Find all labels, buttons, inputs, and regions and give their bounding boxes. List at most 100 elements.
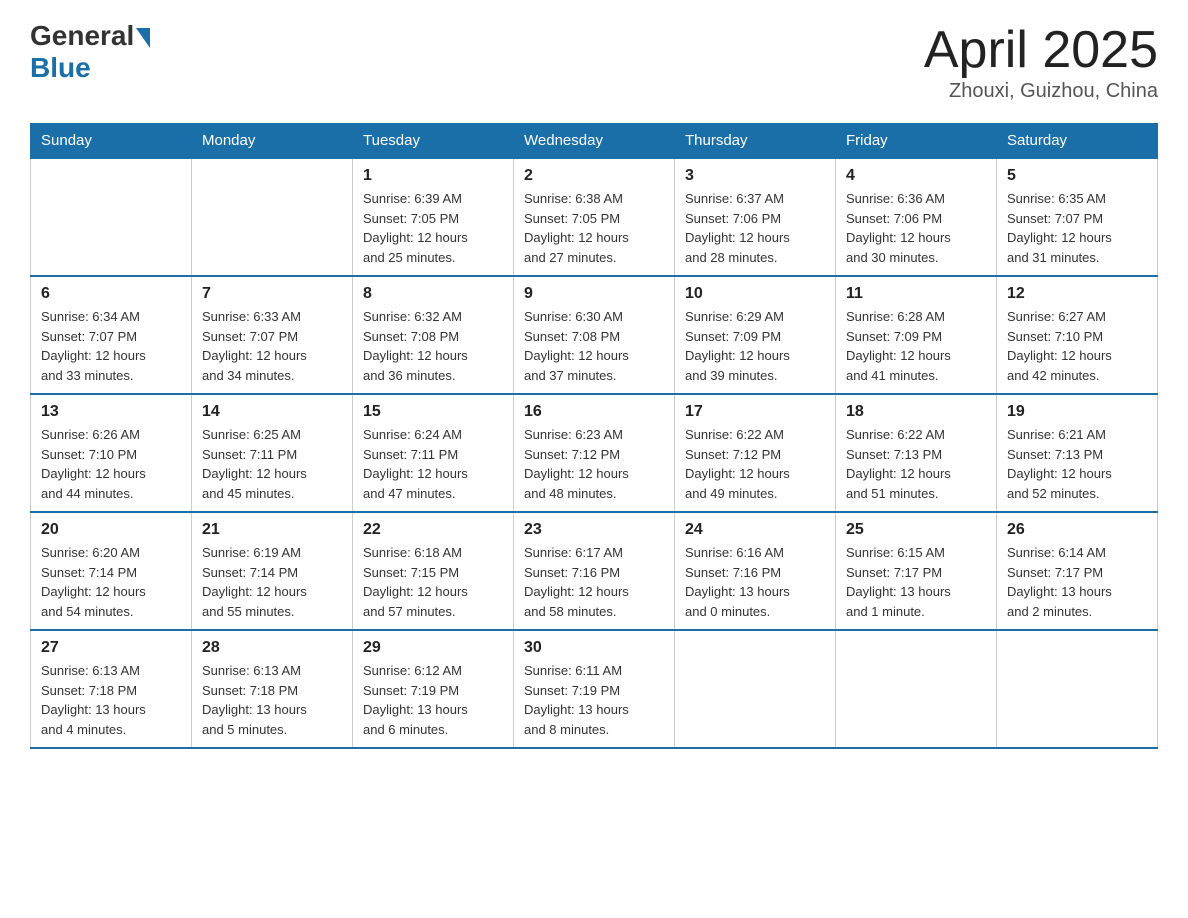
calendar-week-3: 13 Sunrise: 6:26 AMSunset: 7:10 PMDayligh… [31, 394, 1158, 512]
calendar-cell: 29 Sunrise: 6:12 AMSunset: 7:19 PMDayligh… [353, 630, 514, 748]
header-row: SundayMondayTuesdayWednesdayThursdayFrid… [31, 124, 1158, 159]
day-info: Sunrise: 6:23 AMSunset: 7:12 PMDaylight:… [524, 425, 664, 503]
calendar-cell: 25 Sunrise: 6:15 AMSunset: 7:17 PMDayligh… [836, 512, 997, 630]
calendar-cell: 14Sunrise: 6:25 AMSunset: 7:11 PMDayligh… [192, 394, 353, 512]
day-number: 5 [1007, 167, 1147, 185]
day-number: 28 [202, 639, 342, 657]
calendar-cell: 26 Sunrise: 6:14 AMSunset: 7:17 PMDayligh… [997, 512, 1158, 630]
title-section: April 2025 Zhouxi, Guizhou, China [924, 20, 1158, 103]
day-number: 12 [1007, 285, 1147, 303]
day-info: Sunrise: 6:11 AMSunset: 7:19 PMDaylight:… [524, 661, 664, 739]
day-number: 19 [1007, 403, 1147, 421]
day-number: 29 [363, 639, 503, 657]
calendar-cell: 8 Sunrise: 6:32 AMSunset: 7:08 PMDaylight… [353, 276, 514, 394]
calendar-week-2: 6 Sunrise: 6:34 AMSunset: 7:07 PMDaylight… [31, 276, 1158, 394]
day-number: 16 [524, 403, 664, 421]
logo: General Blue [30, 20, 150, 84]
calendar-cell: 10Sunrise: 6:29 AMSunset: 7:09 PMDayligh… [675, 276, 836, 394]
day-info: Sunrise: 6:27 AMSunset: 7:10 PMDaylight:… [1007, 307, 1147, 385]
day-info: Sunrise: 6:34 AMSunset: 7:07 PMDaylight:… [41, 307, 181, 385]
day-info: Sunrise: 6:20 AMSunset: 7:14 PMDaylight:… [41, 543, 181, 621]
day-info: Sunrise: 6:18 AMSunset: 7:15 PMDaylight:… [363, 543, 503, 621]
day-number: 3 [685, 167, 825, 185]
day-number: 25 [846, 521, 986, 539]
calendar-cell: 5 Sunrise: 6:35 AMSunset: 7:07 PMDaylight… [997, 158, 1158, 276]
calendar-cell: 6 Sunrise: 6:34 AMSunset: 7:07 PMDaylight… [31, 276, 192, 394]
calendar-cell: 27Sunrise: 6:13 AMSunset: 7:18 PMDayligh… [31, 630, 192, 748]
day-number: 15 [363, 403, 503, 421]
day-info: Sunrise: 6:35 AMSunset: 7:07 PMDaylight:… [1007, 189, 1147, 267]
calendar-header-thursday: Thursday [675, 124, 836, 159]
day-info: Sunrise: 6:24 AMSunset: 7:11 PMDaylight:… [363, 425, 503, 503]
day-number: 24 [685, 521, 825, 539]
logo-blue-text: Blue [30, 52, 91, 84]
day-info: Sunrise: 6:14 AMSunset: 7:17 PMDaylight:… [1007, 543, 1147, 621]
calendar-cell: 1 Sunrise: 6:39 AMSunset: 7:05 PMDaylight… [353, 158, 514, 276]
day-info: Sunrise: 6:28 AMSunset: 7:09 PMDaylight:… [846, 307, 986, 385]
day-info: Sunrise: 6:37 AMSunset: 7:06 PMDaylight:… [685, 189, 825, 267]
calendar-cell: 16 Sunrise: 6:23 AMSunset: 7:12 PMDayligh… [514, 394, 675, 512]
day-info: Sunrise: 6:30 AMSunset: 7:08 PMDaylight:… [524, 307, 664, 385]
day-number: 4 [846, 167, 986, 185]
day-info: Sunrise: 6:16 AMSunset: 7:16 PMDaylight:… [685, 543, 825, 621]
day-number: 9 [524, 285, 664, 303]
day-info: Sunrise: 6:22 AMSunset: 7:12 PMDaylight:… [685, 425, 825, 503]
calendar-cell: 30 Sunrise: 6:11 AMSunset: 7:19 PMDayligh… [514, 630, 675, 748]
day-info: Sunrise: 6:17 AMSunset: 7:16 PMDaylight:… [524, 543, 664, 621]
calendar-cell: 3 Sunrise: 6:37 AMSunset: 7:06 PMDaylight… [675, 158, 836, 276]
calendar-location: Zhouxi, Guizhou, China [924, 80, 1158, 103]
day-number: 30 [524, 639, 664, 657]
calendar-cell: 11 Sunrise: 6:28 AMSunset: 7:09 PMDayligh… [836, 276, 997, 394]
day-number: 2 [524, 167, 664, 185]
day-number: 22 [363, 521, 503, 539]
calendar-week-5: 27Sunrise: 6:13 AMSunset: 7:18 PMDayligh… [31, 630, 1158, 748]
calendar-cell: 23 Sunrise: 6:17 AMSunset: 7:16 PMDayligh… [514, 512, 675, 630]
calendar-cell [836, 630, 997, 748]
calendar-cell [997, 630, 1158, 748]
day-number: 26 [1007, 521, 1147, 539]
day-number: 1 [363, 167, 503, 185]
calendar-cell: 18 Sunrise: 6:22 AMSunset: 7:13 PMDayligh… [836, 394, 997, 512]
day-number: 20 [41, 521, 181, 539]
day-info: Sunrise: 6:36 AMSunset: 7:06 PMDaylight:… [846, 189, 986, 267]
calendar-header-sunday: Sunday [31, 124, 192, 159]
day-info: Sunrise: 6:26 AMSunset: 7:10 PMDaylight:… [41, 425, 181, 503]
calendar-cell [192, 158, 353, 276]
day-number: 6 [41, 285, 181, 303]
calendar-title: April 2025 [924, 20, 1158, 80]
day-info: Sunrise: 6:12 AMSunset: 7:19 PMDaylight:… [363, 661, 503, 739]
day-info: Sunrise: 6:39 AMSunset: 7:05 PMDaylight:… [363, 189, 503, 267]
calendar-header-wednesday: Wednesday [514, 124, 675, 159]
day-number: 7 [202, 285, 342, 303]
calendar-header-tuesday: Tuesday [353, 124, 514, 159]
day-info: Sunrise: 6:32 AMSunset: 7:08 PMDaylight:… [363, 307, 503, 385]
calendar-header-saturday: Saturday [997, 124, 1158, 159]
day-info: Sunrise: 6:38 AMSunset: 7:05 PMDaylight:… [524, 189, 664, 267]
day-number: 17 [685, 403, 825, 421]
calendar-cell [31, 158, 192, 276]
day-number: 11 [846, 285, 986, 303]
day-info: Sunrise: 6:22 AMSunset: 7:13 PMDaylight:… [846, 425, 986, 503]
logo-arrow-icon [136, 28, 150, 48]
page-header: General Blue April 2025 Zhouxi, Guizhou,… [30, 20, 1158, 103]
calendar-cell: 13 Sunrise: 6:26 AMSunset: 7:10 PMDayligh… [31, 394, 192, 512]
calendar-cell: 9 Sunrise: 6:30 AMSunset: 7:08 PMDaylight… [514, 276, 675, 394]
logo-general-text: General [30, 20, 134, 52]
day-info: Sunrise: 6:15 AMSunset: 7:17 PMDaylight:… [846, 543, 986, 621]
day-number: 21 [202, 521, 342, 539]
day-info: Sunrise: 6:33 AMSunset: 7:07 PMDaylight:… [202, 307, 342, 385]
calendar-table: SundayMondayTuesdayWednesdayThursdayFrid… [30, 123, 1158, 749]
calendar-cell [675, 630, 836, 748]
day-number: 23 [524, 521, 664, 539]
day-number: 18 [846, 403, 986, 421]
calendar-header-friday: Friday [836, 124, 997, 159]
day-number: 13 [41, 403, 181, 421]
day-number: 27 [41, 639, 181, 657]
calendar-week-1: 1 Sunrise: 6:39 AMSunset: 7:05 PMDaylight… [31, 158, 1158, 276]
calendar-cell: 24 Sunrise: 6:16 AMSunset: 7:16 PMDayligh… [675, 512, 836, 630]
calendar-cell: 20 Sunrise: 6:20 AMSunset: 7:14 PMDayligh… [31, 512, 192, 630]
day-number: 8 [363, 285, 503, 303]
calendar-cell: 7 Sunrise: 6:33 AMSunset: 7:07 PMDaylight… [192, 276, 353, 394]
day-info: Sunrise: 6:19 AMSunset: 7:14 PMDaylight:… [202, 543, 342, 621]
day-info: Sunrise: 6:29 AMSunset: 7:09 PMDaylight:… [685, 307, 825, 385]
